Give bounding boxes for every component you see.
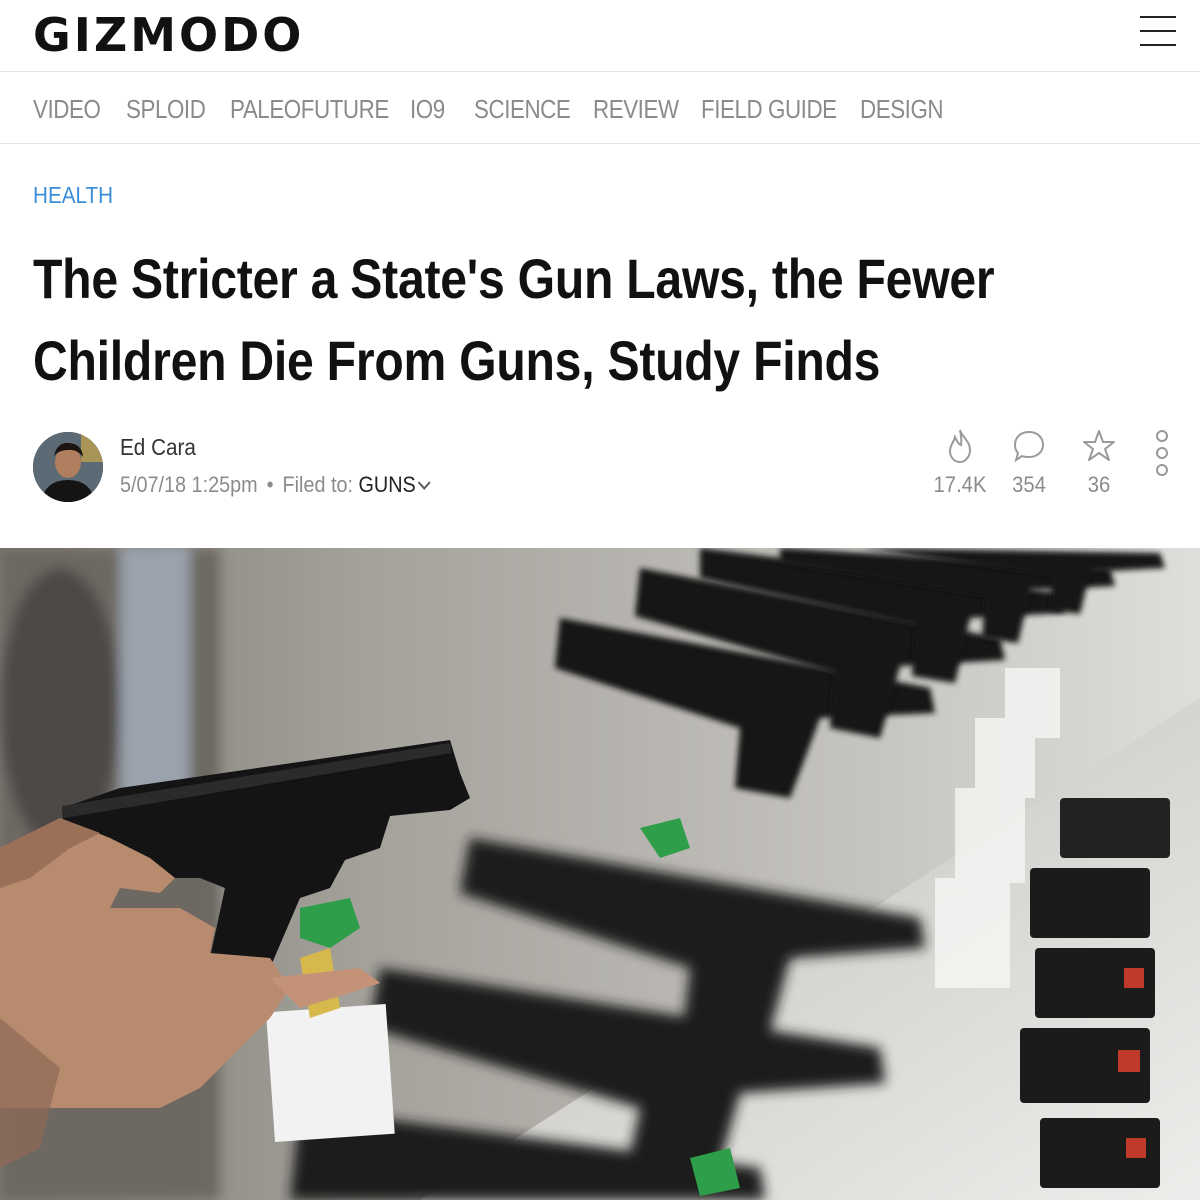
chevron-down-icon[interactable] <box>417 475 431 490</box>
article-meta: 5/07/18 1:25pm • Filed to: GUNS <box>120 472 431 498</box>
author-avatar[interactable] <box>33 432 103 502</box>
headline-line-2: Children Die From Guns, Study Finds <box>33 329 881 392</box>
nav-item-field-guide[interactable]: FIELD GUIDE <box>701 94 837 125</box>
category-link[interactable]: HEALTH <box>33 182 113 209</box>
comment-bubble-icon <box>1013 430 1045 463</box>
publish-date[interactable]: 5/07/18 1:25pm <box>120 472 258 497</box>
handguns-display-photo <box>0 548 1200 1200</box>
nav-item-paleofuture[interactable]: PALEOFUTURE <box>230 94 389 125</box>
stars-count: 36 <box>1087 472 1111 497</box>
site-header: GIZMODO <box>0 0 1200 72</box>
comments-stat[interactable]: 354 <box>989 428 1069 498</box>
nav-item-sploid[interactable]: SPLOID <box>126 94 206 125</box>
hero-image <box>0 548 1200 1200</box>
nav-item-video[interactable]: VIDEO <box>33 94 101 125</box>
star-icon <box>1083 430 1115 461</box>
views-stat[interactable]: 17.4K <box>920 428 1000 498</box>
filed-to-tag[interactable]: GUNS <box>359 472 416 497</box>
filed-to-label: Filed to: <box>282 472 353 497</box>
nav-item-review[interactable]: REVIEW <box>593 94 679 125</box>
hamburger-menu-icon[interactable] <box>1140 14 1176 48</box>
comments-count: 354 <box>1012 472 1046 497</box>
author-name[interactable]: Ed Cara <box>120 434 196 461</box>
meta-separator: • <box>266 472 274 497</box>
article-headline: The Stricter a State's Gun Laws, the Few… <box>33 238 1031 402</box>
nav-item-science[interactable]: SCIENCE <box>474 94 571 125</box>
site-logo[interactable]: GIZMODO <box>33 8 304 62</box>
views-count: 17.4K <box>933 472 987 497</box>
flame-icon <box>948 429 972 464</box>
section-nav: VIDEO SPLOID PALEOFUTURE IO9 SCIENCE REV… <box>0 72 1200 144</box>
more-options-icon[interactable] <box>1150 430 1174 476</box>
nav-item-design[interactable]: DESIGN <box>860 94 944 125</box>
nav-item-io9[interactable]: IO9 <box>410 94 445 125</box>
headline-line-1: The Stricter a State's Gun Laws, the Few… <box>33 247 995 310</box>
stars-stat[interactable]: 36 <box>1059 428 1139 498</box>
